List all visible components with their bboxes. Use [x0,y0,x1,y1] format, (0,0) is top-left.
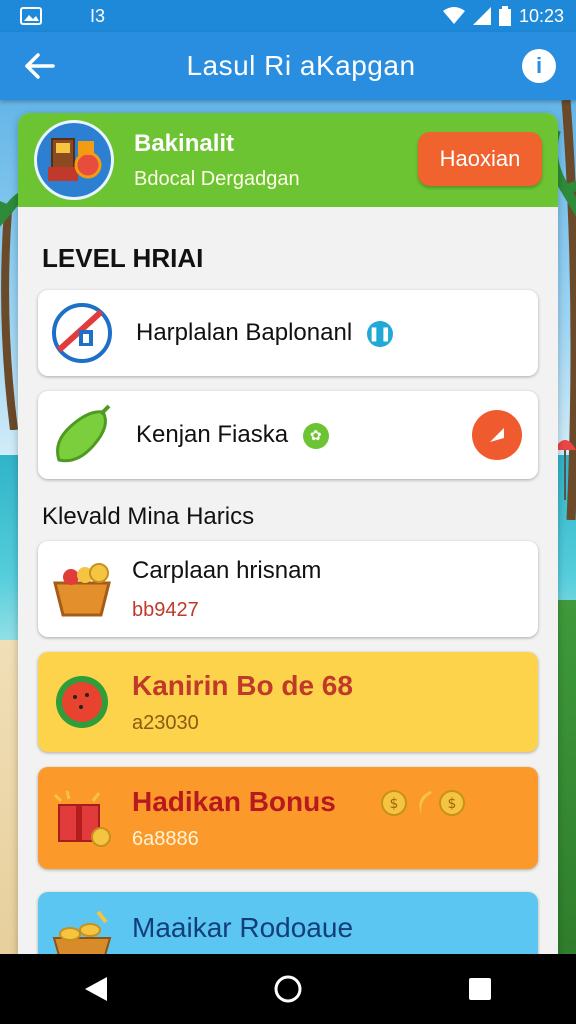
list-item[interactable]: Harplalan Baplonanl ❚❚ [38,290,538,376]
image-icon [20,7,42,25]
arrow-icon [490,428,504,442]
pause-icon: ❚❚ [366,320,393,347]
wifi-icon [442,7,465,24]
svg-text:$: $ [448,796,457,812]
reward-title: Carplaan hrisnam [132,556,322,584]
reward-value: bb9427 [132,598,199,621]
reward-item[interactable]: Kanirin Bo de 68 a23030 [38,652,538,752]
app-bar: Lasul Ri aKapgan i [0,32,576,100]
header-subtitle: Bdocal Dergadgan [134,167,300,190]
signal-icon [472,7,491,25]
triangle-back-icon [85,977,107,1001]
status-code: I3 [90,5,106,26]
clock-map-icon [46,297,118,369]
watermelon-icon [46,666,118,738]
main-panel: Bakinalit Bdocal Dergadgan Haoxian LEVEL… [18,113,558,963]
reward-value: a23030 [132,711,199,734]
list-item[interactable]: Kenjan Fiaska ✿ [38,391,538,479]
header-card: Bakinalit Bdocal Dergadgan Haoxian [18,113,558,207]
reward-title: Kanirin Bo de 68 [132,669,353,701]
nav-back-button[interactable] [66,959,126,1019]
status-bar: I3 10:23 [0,0,576,32]
info-button[interactable]: i [522,49,556,83]
reward-value: 6a8886 [132,827,199,850]
banana-icon [419,791,432,815]
battery-icon [498,6,511,26]
clock: 10:23 [518,5,564,26]
nav-recents-button[interactable] [450,959,510,1019]
item-label: Harplalan Baplonanl [136,319,353,346]
coin-group: $ $ [380,789,466,817]
svg-text:$: $ [390,796,399,812]
papaya-icon [46,399,118,471]
header-title: Bakinalit [134,129,235,157]
nav-home-button[interactable] [258,959,318,1019]
gift-box-icon [46,782,118,854]
go-button[interactable] [472,410,522,460]
section-title-level: LEVEL HRIAI [42,243,204,273]
reward-item[interactable]: Maaikar Rodoaue [38,892,538,963]
grass-strip [558,600,576,960]
page-title: Lasul Ri aKapgan [186,50,416,81]
leaf-badge-icon: ✿ [302,422,329,449]
arrow-left-icon [25,53,55,79]
header-action-button[interactable]: Haoxian [418,132,542,186]
coin-icon: $ [439,790,465,816]
reward-item[interactable]: Carplaan hrisnam bb9427 [38,541,538,637]
reward-title: Maaikar Rodoaue [132,912,354,943]
avatar [34,120,114,200]
reward-title: Hadikan Bonus [132,785,336,817]
circle-home-icon [274,975,302,1003]
shop-icon [48,138,102,181]
basket-icon [46,553,118,625]
coin-icon: $ [381,790,407,816]
item-label: Kenjan Fiaska [136,421,289,448]
info-icon: i [535,53,543,78]
back-button[interactable] [0,32,80,100]
navigation-bar [0,954,576,1024]
square-recents-icon [469,978,491,1000]
reward-item[interactable]: Hadikan Bonus 6a8886 $ $ [38,767,538,869]
section-title-rewards: Klevald Mina Harics [42,503,255,530]
